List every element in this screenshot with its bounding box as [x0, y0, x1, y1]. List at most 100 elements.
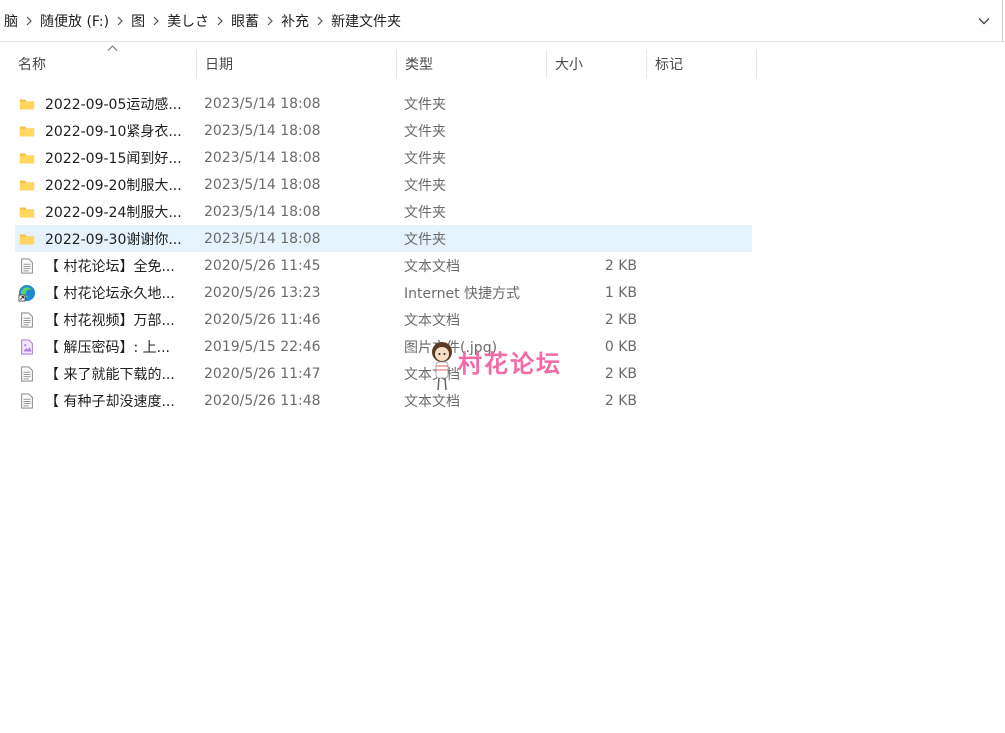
file-size: 2 KB — [604, 365, 637, 382]
file-name: 2022-09-30谢谢你... — [45, 231, 182, 248]
watermark-text: 村花论坛 — [458, 350, 562, 378]
file-name: 【 村花论坛】全免... — [45, 258, 175, 275]
file-row[interactable]: 【 村花视频】万部... 2020/5/26 11:46 文本文档 2 KB — [15, 306, 752, 333]
folder-icon — [18, 176, 36, 194]
sort-ascending-icon — [107, 45, 118, 51]
text-document-icon — [18, 392, 36, 410]
breadcrumb-item[interactable]: 眼蓄 — [227, 11, 263, 31]
chevron-right-icon[interactable] — [22, 16, 36, 26]
column-header-label: 大小 — [555, 57, 583, 73]
file-size: 2 KB — [604, 392, 637, 409]
file-type: 文件夹 — [404, 123, 446, 140]
file-name-cell: 【 来了就能下载的... — [18, 360, 198, 387]
file-name-cell: 【 有种子却没速度... — [18, 387, 198, 414]
file-size — [604, 198, 637, 225]
file-name: 【 来了就能下载的... — [45, 366, 175, 383]
breadcrumb-item[interactable]: 美しさ — [163, 11, 213, 31]
column-header-size[interactable]: 大小 — [547, 46, 647, 82]
file-row[interactable]: 2022-09-15闻到好... 2023/5/14 18:08 文件夹 — [15, 144, 752, 171]
breadcrumb-item-current[interactable]: 新建文件夹 — [327, 11, 405, 31]
breadcrumb-item[interactable]: 脑 — [0, 11, 22, 31]
file-size: 2 KB — [604, 257, 637, 274]
breadcrumb-item[interactable]: 图 — [127, 11, 149, 31]
watermark: 村花论坛 — [428, 340, 588, 392]
file-name: 2022-09-20制服大... — [45, 177, 182, 194]
file-date: 2020/5/26 11:47 — [204, 365, 321, 382]
column-header-row: 名称 日期 类型 大小 标记 — [0, 45, 1005, 82]
chevron-down-icon — [978, 18, 990, 25]
file-name: 2022-09-05运动感... — [45, 96, 182, 113]
image-file-icon — [18, 338, 36, 356]
file-row[interactable]: 2022-09-20制服大... 2023/5/14 18:08 文件夹 — [15, 171, 752, 198]
cartoon-girl-icon — [432, 342, 452, 391]
file-type: 文本文档 — [404, 258, 460, 275]
folder-icon — [18, 95, 36, 113]
chevron-right-icon[interactable] — [213, 16, 227, 26]
breadcrumb-item[interactable]: 补充 — [277, 11, 313, 31]
breadcrumb-item[interactable]: 随便放 (F:) — [36, 11, 113, 31]
file-date: 2023/5/14 18:08 — [204, 230, 321, 247]
file-row[interactable]: 【 解压密码】: 上...2019/5/15 22:46图片文件(.jpg)0 … — [15, 333, 752, 360]
file-type: 文件夹 — [404, 204, 446, 221]
file-size: 2 KB — [604, 311, 637, 328]
address-history-dropdown[interactable] — [975, 12, 993, 30]
column-header-name[interactable]: 名称 — [10, 45, 197, 82]
file-row[interactable]: 2022-09-10紧身衣... 2023/5/14 18:08 文件夹 — [15, 117, 752, 144]
breadcrumb: 脑 随便放 (F:) 图 美しさ 眼蓄 补充 新建文件夹 — [0, 0, 405, 42]
chevron-right-icon[interactable] — [113, 16, 127, 26]
file-row[interactable]: 2022-09-30谢谢你... 2023/5/14 18:08 文件夹 — [15, 225, 752, 252]
file-name-cell: 2022-09-24制服大... — [18, 198, 198, 225]
folder-icon — [18, 122, 36, 140]
file-row[interactable]: 【 村花论坛永久地... 2020/5/26 13:23 Internet 快捷方式… — [15, 279, 752, 306]
folder-icon — [18, 230, 36, 248]
file-name-cell: 【 村花论坛永久地... — [18, 279, 198, 306]
file-name: 2022-09-10紧身衣... — [45, 123, 182, 140]
column-header-label: 标记 — [655, 57, 683, 73]
chevron-right-icon[interactable] — [313, 16, 327, 26]
file-row[interactable]: 【 有种子却没速度... 2020/5/26 11:48 文本文档 2 KB — [15, 387, 752, 414]
file-name: 2022-09-15闻到好... — [45, 150, 182, 167]
file-row[interactable]: 2022-09-24制服大... 2023/5/14 18:08 文件夹 — [15, 198, 752, 225]
address-bar[interactable]: 脑 随便放 (F:) 图 美しさ 眼蓄 补充 新建文件夹 — [0, 0, 1005, 42]
chevron-right-icon[interactable] — [149, 16, 163, 26]
file-date: 2023/5/14 18:08 — [204, 176, 321, 193]
text-document-icon — [18, 365, 36, 383]
file-name: 【 村花视频】万部... — [45, 312, 175, 329]
file-name-cell: 2022-09-30谢谢你... — [18, 225, 198, 252]
file-type: 文本文档 — [404, 312, 460, 329]
file-name-cell: 【 村花论坛】全免... — [18, 252, 198, 279]
file-size — [604, 144, 637, 171]
file-type: Internet 快捷方式 — [404, 285, 521, 302]
file-size — [604, 225, 637, 252]
file-type: 文件夹 — [404, 96, 446, 113]
chevron-right-icon[interactable] — [263, 16, 277, 26]
file-row[interactable]: 【 村花论坛】全免... 2020/5/26 11:45 文本文档 2 KB — [15, 252, 752, 279]
file-name-cell: 2022-09-15闻到好... — [18, 144, 198, 171]
file-date: 2020/5/26 13:23 — [204, 284, 321, 301]
file-date: 2020/5/26 11:48 — [204, 392, 321, 409]
column-header-label: 类型 — [405, 57, 433, 73]
file-date: 2023/5/14 18:08 — [204, 122, 321, 139]
column-header-type[interactable]: 类型 — [397, 46, 547, 82]
file-size — [604, 90, 637, 117]
file-size: 0 KB — [604, 338, 637, 355]
file-type: 文件夹 — [404, 231, 446, 248]
file-date: 2023/5/14 18:08 — [204, 149, 321, 166]
file-size — [604, 171, 637, 198]
file-size — [604, 117, 637, 144]
file-name-cell: 2022-09-10紧身衣... — [18, 117, 198, 144]
file-type: 文件夹 — [404, 150, 446, 167]
file-row[interactable]: 【 来了就能下载的... 2020/5/26 11:47 文本文档 2 KB — [15, 360, 752, 387]
file-date: 2019/5/15 22:46 — [204, 338, 321, 355]
column-header-tags[interactable]: 标记 — [647, 46, 757, 82]
file-name-cell: 2022-09-05运动感... — [18, 90, 198, 117]
file-size: 1 KB — [604, 284, 637, 301]
column-header-label: 名称 — [18, 57, 46, 73]
folder-icon — [18, 149, 36, 167]
file-name: 【 解压密码】: 上... — [45, 339, 170, 356]
file-name: 【 有种子却没速度... — [45, 393, 175, 410]
file-name-cell: 2022-09-20制服大... — [18, 171, 198, 198]
file-name: 2022-09-24制服大... — [45, 204, 182, 221]
file-row[interactable]: 2022-09-05运动感... 2023/5/14 18:08 文件夹 — [15, 90, 752, 117]
column-header-date[interactable]: 日期 — [197, 46, 397, 82]
